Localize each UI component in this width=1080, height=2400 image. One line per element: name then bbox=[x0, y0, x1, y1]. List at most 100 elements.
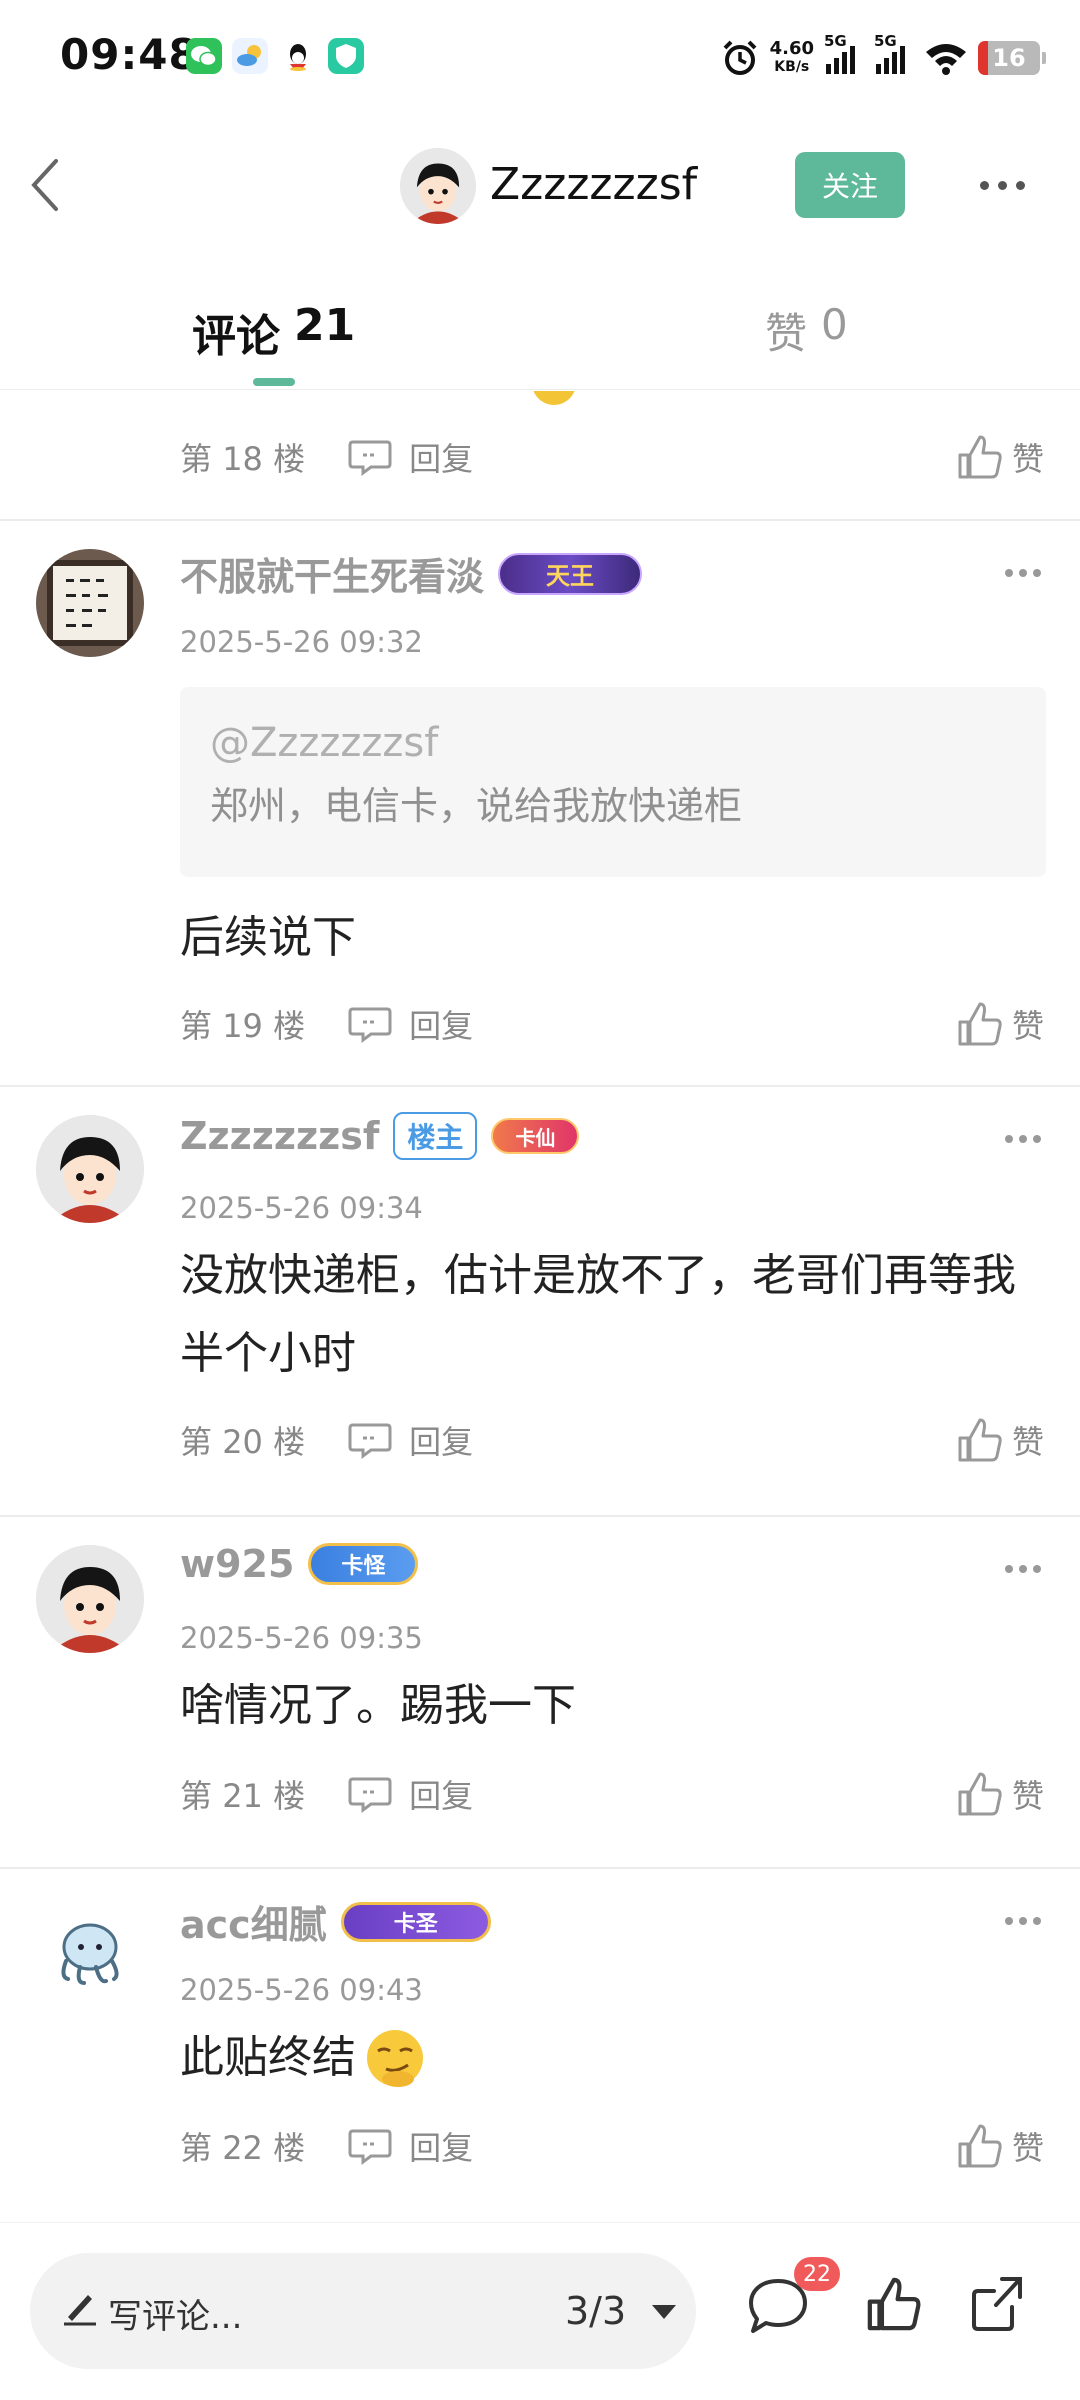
like-button[interactable]: 赞 bbox=[956, 2122, 1044, 2170]
thumbs-up-icon[interactable] bbox=[865, 2273, 923, 2335]
comment-footer: 第 21 楼 回复 赞 bbox=[180, 1769, 1050, 1819]
level-badge: 卡圣 bbox=[340, 1901, 491, 1942]
tab-likes[interactable]: 赞 0 bbox=[765, 300, 848, 361]
author-name[interactable]: Zzzzzzzsf bbox=[490, 159, 697, 210]
comment-footer: 第 20 楼 回复 赞 bbox=[180, 1415, 1050, 1465]
like-button[interactable]: 赞 bbox=[956, 1770, 1044, 1818]
thumbs-up-icon bbox=[958, 1772, 1002, 1816]
comment-time: 2025-5-26 09:34 bbox=[180, 1191, 423, 1225]
reply-icon bbox=[348, 2129, 392, 2165]
thumbs-up-icon bbox=[958, 1002, 1002, 1046]
commenter-name[interactable]: 不服就干生死看淡 bbox=[180, 546, 484, 601]
dot-icon bbox=[1033, 1917, 1041, 1925]
page-indicator[interactable]: 3/3 bbox=[565, 2289, 626, 2333]
like-button[interactable]: 赞 bbox=[956, 1000, 1044, 1048]
level-badge-label: 天王 bbox=[546, 562, 595, 590]
comment-feed[interactable]: 第 18 楼 回复 赞 不服就干生死看淡 天王 2025-5-26 09:32 … bbox=[0, 391, 1080, 2221]
comment-text-row: 此贴终结 bbox=[180, 2019, 1050, 2097]
caret-down-icon[interactable] bbox=[652, 2305, 676, 2319]
pen-icon bbox=[64, 2295, 96, 2326]
signal-5g-2: 5G bbox=[874, 32, 914, 78]
reply-label: 回复 bbox=[409, 2129, 474, 2167]
signal-label: 5G bbox=[874, 32, 897, 50]
follow-button[interactable]: 关注 bbox=[795, 152, 905, 218]
quoted-comment[interactable]: @Zzzzzzzsf 郑州，电信卡，说给我放快递柜 bbox=[180, 687, 1046, 877]
more-options-button[interactable] bbox=[980, 170, 1040, 200]
reply-button[interactable]: 回复 bbox=[347, 1001, 473, 1047]
level-badge: 卡怪 bbox=[308, 1543, 419, 1585]
reply-label: 回复 bbox=[409, 440, 474, 478]
reply-button[interactable]: 回复 bbox=[347, 1417, 473, 1463]
like-label: 赞 bbox=[1011, 1423, 1044, 1461]
dot-icon bbox=[1033, 1565, 1041, 1573]
commenter-name[interactable]: acc细腻 bbox=[180, 1894, 327, 1949]
commenter-name-row: acc细腻 卡圣 bbox=[180, 1894, 491, 1949]
commenter-avatar[interactable] bbox=[36, 1545, 144, 1653]
comment-input[interactable]: 写评论... 3/3 bbox=[30, 2253, 696, 2369]
weather-icon bbox=[232, 38, 268, 74]
level-badge-label: 卡仙 bbox=[515, 1125, 556, 1150]
comment-footer: 第 19 楼 回复 赞 bbox=[180, 999, 1050, 1049]
back-button[interactable] bbox=[24, 155, 74, 215]
share-icon[interactable] bbox=[968, 2269, 1030, 2335]
dot-icon bbox=[1033, 1135, 1041, 1143]
comment-more-button[interactable] bbox=[1005, 1917, 1041, 1929]
floor-number: 第 18 楼 bbox=[180, 440, 306, 478]
signal-label: 5G bbox=[824, 32, 847, 50]
commenter-name-row: w925 卡怪 bbox=[180, 1542, 419, 1586]
like-label: 赞 bbox=[1011, 2129, 1044, 2167]
dot-icon bbox=[1005, 569, 1013, 577]
status-time: 09:48 bbox=[60, 30, 199, 79]
level-badge-label: 卡圣 bbox=[393, 1911, 438, 1937]
dot-icon bbox=[1033, 569, 1041, 577]
commenter-name[interactable]: Zzzzzzzsf bbox=[180, 1114, 379, 1158]
reply-button[interactable]: 回复 bbox=[347, 2123, 473, 2169]
reply-icon bbox=[348, 440, 392, 476]
smirk-emoji-icon bbox=[367, 2030, 423, 2087]
comment-footer: 第 18 楼 回复 赞 bbox=[180, 432, 1050, 482]
thumbs-up-icon bbox=[958, 2124, 1002, 2168]
battery-level: 16 bbox=[992, 44, 1026, 72]
like-button[interactable]: 赞 bbox=[956, 433, 1044, 481]
commenter-name[interactable]: w925 bbox=[180, 1542, 294, 1586]
tab-comments[interactable]: 评论 21 bbox=[192, 300, 355, 364]
like-label: 赞 bbox=[1011, 1007, 1044, 1045]
comment-more-button[interactable] bbox=[1005, 569, 1041, 581]
dot-icon bbox=[1005, 1135, 1013, 1143]
commenter-avatar[interactable] bbox=[36, 1115, 144, 1223]
commenter-name-row: Zzzzzzzsf 楼主 卡仙 bbox=[180, 1112, 580, 1160]
author-avatar[interactable] bbox=[400, 148, 476, 224]
comment-text: 后续说下 bbox=[180, 912, 356, 963]
quoted-text: 郑州，电信卡，说给我放快递柜 bbox=[210, 784, 743, 828]
emoji-icon bbox=[532, 391, 576, 405]
commenter-avatar[interactable] bbox=[36, 549, 144, 657]
tab-bar: 评论 21 赞 0 bbox=[0, 290, 1080, 390]
reply-button[interactable]: 回复 bbox=[347, 1771, 473, 1817]
network-speed-unit: KB/s bbox=[774, 59, 810, 75]
dot-icon bbox=[998, 180, 1007, 190]
network-speed-value: 4.60 bbox=[769, 38, 814, 59]
comment-item: acc细腻 卡圣 2025-5-26 09:43 此贴终结 第 22 楼 回复 … bbox=[0, 1869, 1080, 2221]
commenter-avatar[interactable] bbox=[36, 1897, 144, 2005]
comment-time: 2025-5-26 09:43 bbox=[180, 1973, 423, 2007]
comment-footer: 第 22 楼 回复 赞 bbox=[180, 2121, 1050, 2171]
signal-5g-1: 5G bbox=[824, 32, 864, 78]
tab-comments-label: 评论 bbox=[192, 311, 280, 362]
dot-icon bbox=[1016, 180, 1025, 190]
quoted-user: @Zzzzzzzsf bbox=[210, 720, 439, 766]
reply-label: 回复 bbox=[409, 1007, 474, 1045]
floor-number: 第 22 楼 bbox=[180, 2129, 306, 2167]
comment-more-button[interactable] bbox=[1005, 1135, 1041, 1147]
reply-icon bbox=[348, 1777, 392, 1813]
like-button[interactable]: 赞 bbox=[956, 1416, 1044, 1464]
thumbs-up-icon bbox=[958, 1418, 1002, 1462]
chevron-left-icon bbox=[31, 159, 58, 211]
owner-badge: 楼主 bbox=[393, 1112, 478, 1160]
dot-icon bbox=[1019, 1135, 1027, 1143]
dot-icon bbox=[1019, 1917, 1027, 1925]
reply-icon bbox=[348, 1423, 392, 1459]
header: Zzzzzzzsf 关注 bbox=[0, 115, 1080, 255]
reply-button[interactable]: 回复 bbox=[347, 434, 473, 480]
qq-icon bbox=[280, 38, 316, 74]
comment-more-button[interactable] bbox=[1005, 1565, 1041, 1577]
